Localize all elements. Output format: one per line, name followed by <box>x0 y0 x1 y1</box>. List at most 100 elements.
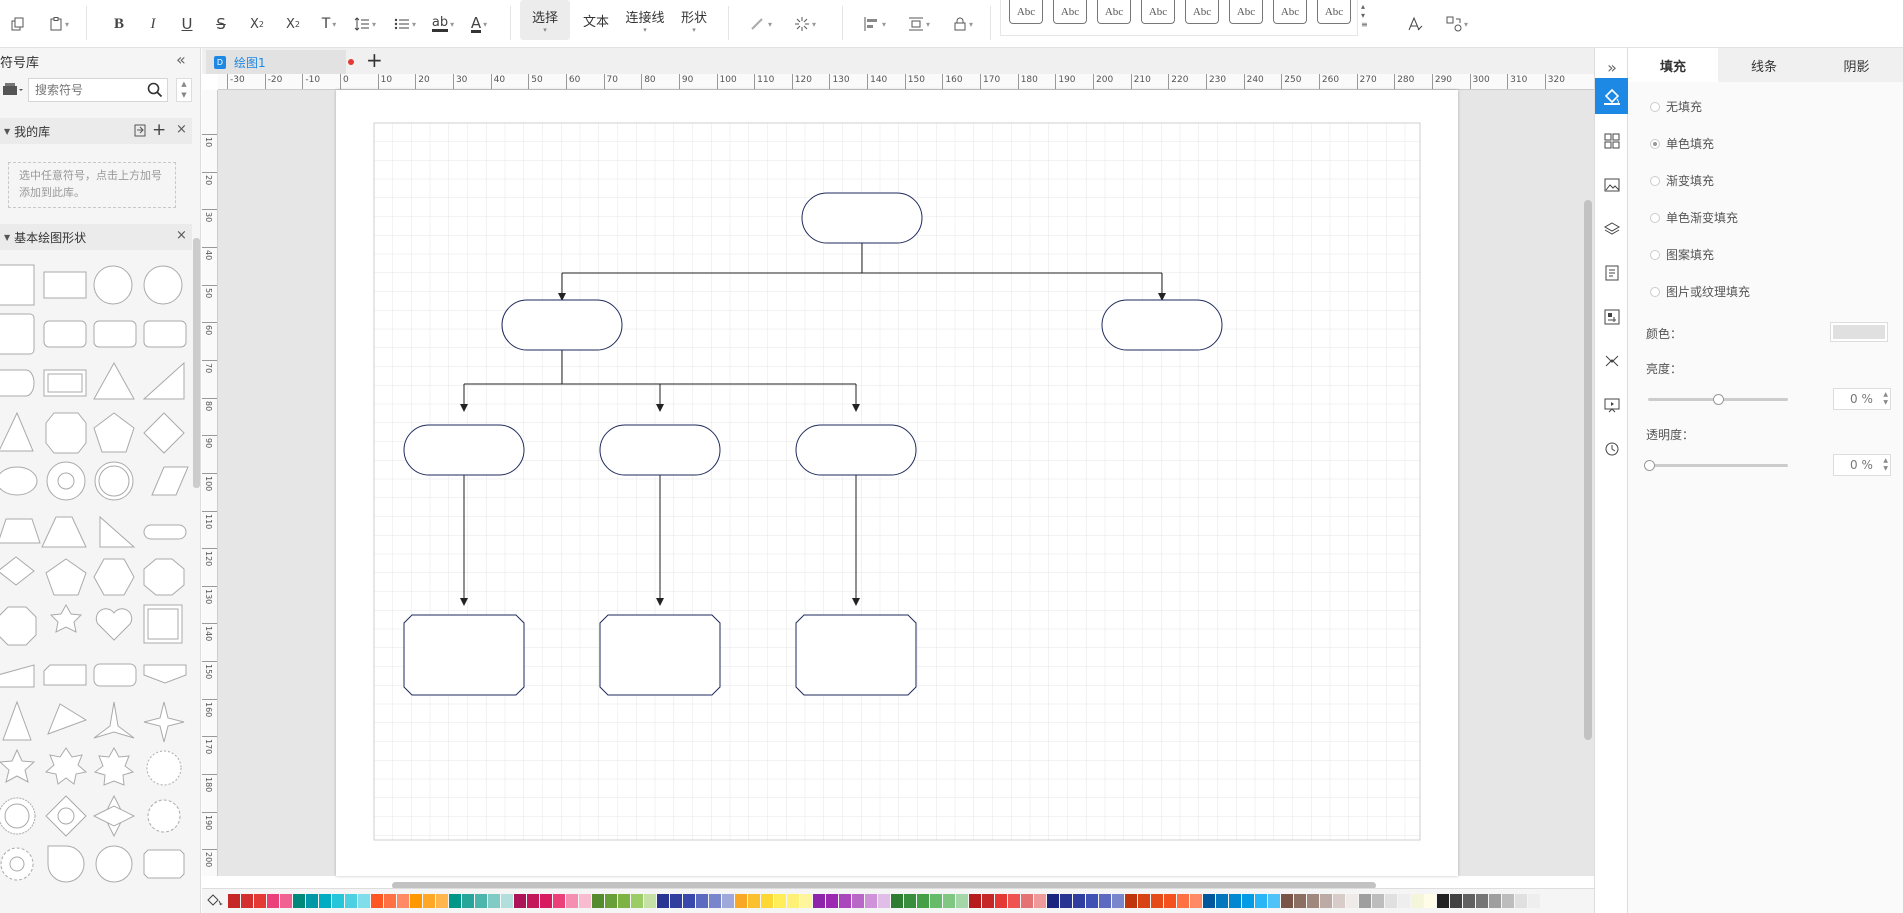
color-swatch[interactable] <box>410 894 422 908</box>
color-swatch[interactable] <box>800 894 812 908</box>
copy-icon[interactable] <box>6 8 30 40</box>
color-swatch[interactable] <box>891 894 903 908</box>
color-swatch[interactable] <box>930 894 942 908</box>
color-swatch[interactable] <box>1190 894 1202 908</box>
style-preset[interactable]: Abc <box>1317 0 1351 24</box>
new-tab-icon[interactable]: + <box>366 48 383 72</box>
image-icon[interactable] <box>1599 172 1625 198</box>
library-menu-icon[interactable] <box>2 82 24 98</box>
align-icon[interactable]: ▾ <box>858 8 892 40</box>
color-swatch[interactable] <box>579 894 591 908</box>
gallery-scroll-icon[interactable]: ▴ ▾ ≡ <box>1361 2 1368 29</box>
color-swatch[interactable] <box>345 894 357 908</box>
diagram-canvas[interactable] <box>336 90 1458 876</box>
color-swatch[interactable] <box>306 894 318 908</box>
color-swatch[interactable] <box>618 894 630 908</box>
color-swatch[interactable] <box>1307 894 1319 908</box>
color-swatch[interactable] <box>1125 894 1137 908</box>
mode-shape-button[interactable]: 形状 ▾ <box>674 0 714 40</box>
vertical-scrollbar[interactable] <box>1584 200 1592 740</box>
color-swatch[interactable] <box>904 894 916 908</box>
format-painter-icon[interactable] <box>1400 8 1430 40</box>
style-preset[interactable]: Abc <box>1009 0 1043 24</box>
color-swatch[interactable] <box>488 894 500 908</box>
mindmap-icon[interactable] <box>1599 348 1625 374</box>
color-swatch[interactable] <box>1320 894 1332 908</box>
tab-line[interactable]: 线条 <box>1718 48 1810 82</box>
color-swatch[interactable] <box>813 894 825 908</box>
color-swatch[interactable] <box>995 894 1007 908</box>
color-swatch[interactable] <box>1034 894 1046 908</box>
replace-shape-icon[interactable]: ▾ <box>1440 8 1474 40</box>
color-swatch[interactable] <box>423 894 435 908</box>
color-swatch[interactable] <box>1099 894 1111 908</box>
color-swatch[interactable] <box>462 894 474 908</box>
color-swatch[interactable] <box>696 894 708 908</box>
color-swatch[interactable] <box>670 894 682 908</box>
color-swatch[interactable] <box>1281 894 1293 908</box>
color-swatch[interactable] <box>384 894 396 908</box>
color-swatch[interactable] <box>956 894 968 908</box>
color-swatch[interactable] <box>267 894 279 908</box>
color-swatch[interactable] <box>332 894 344 908</box>
color-swatch[interactable] <box>1411 894 1423 908</box>
color-swatch[interactable] <box>605 894 617 908</box>
color-swatch[interactable] <box>254 894 266 908</box>
color-swatch[interactable] <box>748 894 760 908</box>
color-swatch[interactable] <box>657 894 669 908</box>
fill-option-picture[interactable]: 图片或纹理填充 <box>1650 283 1750 300</box>
color-swatch[interactable] <box>1294 894 1306 908</box>
spinner-icon[interactable]: ▲ ▼ <box>1883 457 1888 473</box>
color-swatch[interactable] <box>1489 894 1501 908</box>
color-swatch[interactable] <box>631 894 643 908</box>
grid-view-icon[interactable] <box>1599 128 1625 154</box>
color-swatch[interactable] <box>1086 894 1098 908</box>
color-swatch[interactable] <box>1268 894 1280 908</box>
subscript-icon[interactable]: X2 <box>280 8 306 40</box>
color-swatch[interactable] <box>852 894 864 908</box>
color-swatch[interactable] <box>969 894 981 908</box>
color-swatch[interactable] <box>527 894 539 908</box>
color-swatch[interactable] <box>228 894 240 908</box>
color-swatch[interactable] <box>1476 894 1488 908</box>
color-swatch[interactable] <box>982 894 994 908</box>
collapse-panel-icon[interactable]: « <box>176 50 186 69</box>
color-swatch[interactable] <box>1463 894 1475 908</box>
style-preset[interactable]: Abc <box>1229 0 1263 24</box>
color-swatch[interactable] <box>371 894 383 908</box>
color-swatch[interactable] <box>839 894 851 908</box>
color-swatch[interactable] <box>1073 894 1085 908</box>
effects-icon[interactable]: ▾ <box>788 8 822 40</box>
color-swatch[interactable] <box>1502 894 1514 908</box>
color-swatch[interactable] <box>592 894 604 908</box>
transparency-input[interactable]: 0 % ▲ ▼ <box>1833 454 1891 476</box>
history-icon[interactable] <box>1599 436 1625 462</box>
panel-scrollbar[interactable] <box>193 238 200 488</box>
mode-select-button[interactable]: 选择 ▾ <box>520 0 570 40</box>
color-swatch[interactable] <box>1138 894 1150 908</box>
expand-panel-icon[interactable]: » <box>1599 54 1625 80</box>
color-swatch[interactable] <box>501 894 513 908</box>
fill-option-solid[interactable]: 单色填充 <box>1650 135 1714 152</box>
brightness-slider[interactable] <box>1648 394 1788 405</box>
font-color-icon[interactable]: A ▾ <box>464 8 494 40</box>
color-swatch[interactable] <box>878 894 890 908</box>
bold-icon[interactable]: B <box>108 8 130 40</box>
color-swatch[interactable] <box>1047 894 1059 908</box>
color-swatch[interactable] <box>709 894 721 908</box>
color-swatch[interactable] <box>1437 894 1449 908</box>
color-swatch[interactable] <box>865 894 877 908</box>
color-swatch[interactable] <box>1359 894 1371 908</box>
line-style-icon[interactable]: ▾ <box>744 8 778 40</box>
color-swatch[interactable] <box>1515 894 1527 908</box>
color-swatch[interactable] <box>1151 894 1163 908</box>
color-swatch[interactable] <box>241 894 253 908</box>
shape-grid-svg[interactable] <box>0 260 192 910</box>
color-swatch[interactable] <box>1177 894 1189 908</box>
color-swatch[interactable] <box>735 894 747 908</box>
color-picker[interactable] <box>1830 322 1888 342</box>
tab-shadow[interactable]: 阴影 <box>1810 48 1903 82</box>
close-icon[interactable]: × <box>176 122 187 137</box>
color-swatch[interactable] <box>1242 894 1254 908</box>
spinner-icon[interactable]: ▲ ▼ <box>1883 391 1888 407</box>
